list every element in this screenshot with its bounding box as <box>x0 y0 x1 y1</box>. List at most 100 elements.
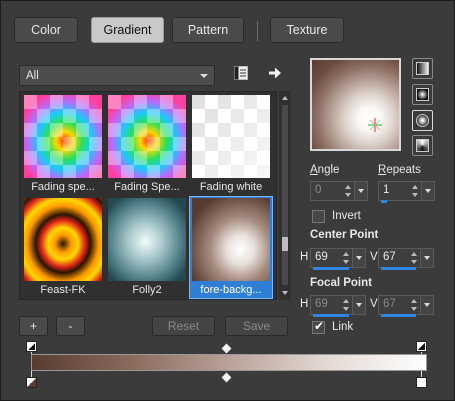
gradient-editor-bar[interactable] <box>31 354 427 371</box>
material-tabs: Color Gradient Pattern Texture <box>14 17 444 43</box>
scroll-thumb[interactable] <box>282 237 288 251</box>
focal-v-level-bar <box>381 314 416 317</box>
scroll-down-icon[interactable] <box>282 291 288 295</box>
color-stop-start[interactable] <box>26 377 37 388</box>
swatch-thumbnail <box>24 95 102 178</box>
focal-v-spinner[interactable]: 67 <box>378 295 434 317</box>
tab-divider <box>257 21 258 41</box>
transparency-stop-end[interactable] <box>416 341 427 352</box>
angle-spinner[interactable]: 0 <box>310 181 368 201</box>
swatch-fore-background[interactable]: fore-backg... <box>189 196 273 299</box>
swatch-label: Folly2 <box>132 284 162 296</box>
swatch-label: Fading Spe... <box>114 181 180 193</box>
swatch-label: Fading spe... <box>31 181 95 193</box>
focal-v-label: V <box>370 298 378 310</box>
focal-h-stepper-icon[interactable] <box>341 297 351 313</box>
repeats-stepper-icon[interactable] <box>410 183 420 199</box>
swatch-thumbnail <box>108 198 186 281</box>
repeats-label: Repeats <box>378 164 421 176</box>
radial-gradient-button[interactable] <box>412 135 433 156</box>
add-button[interactable]: + <box>19 316 48 336</box>
crosshair-icon[interactable] <box>368 118 382 132</box>
color-midpoint[interactable] <box>221 372 232 383</box>
swatch-feast-fk[interactable]: Feast-FK <box>22 197 104 298</box>
remove-button-label: - <box>68 319 73 333</box>
swatch-scrollbar[interactable] <box>279 91 291 300</box>
arrow-right-icon[interactable] <box>267 65 283 81</box>
radial-gradient-icon <box>416 139 429 152</box>
angle-label-text: Angle <box>310 164 340 176</box>
swatch-thumbnail <box>192 95 270 178</box>
focal-point-label: Focal Point <box>310 277 372 289</box>
repeats-value: 1 <box>383 184 390 196</box>
center-v-label: V <box>370 251 378 263</box>
focal-v-stepper-icon[interactable] <box>409 297 419 313</box>
save-button[interactable]: Save <box>225 316 288 336</box>
angle-stepper-icon[interactable] <box>343 183 353 199</box>
reset-button[interactable]: Reset <box>152 316 215 336</box>
color-stop-end[interactable] <box>416 377 427 388</box>
swatch-thumbnail <box>24 198 102 281</box>
focal-h-value: 69 <box>315 298 328 310</box>
tab-color[interactable]: Color <box>14 17 78 43</box>
angle-value: 0 <box>315 184 322 196</box>
swatch-fading-spectrum-2[interactable]: Fading Spe... <box>106 94 188 195</box>
center-point-label: Center Point <box>310 229 379 241</box>
remove-button[interactable]: - <box>56 316 85 336</box>
reset-button-label: Reset <box>167 319 200 333</box>
center-v-spinner[interactable]: 67 <box>378 248 434 270</box>
invert-label: Invert <box>332 210 361 222</box>
transparency-midpoint[interactable] <box>221 343 232 354</box>
category-value: All <box>26 69 39 82</box>
tab-gradient[interactable]: Gradient <box>91 17 164 43</box>
focal-h-label: H <box>300 298 309 310</box>
swatch-fading-spectrum-1[interactable]: Fading spe... <box>22 94 104 195</box>
linear-gradient-button[interactable] <box>412 58 433 79</box>
save-button-label: Save <box>242 319 271 333</box>
invert-checkbox[interactable] <box>312 210 325 223</box>
tab-texture[interactable]: Texture <box>270 17 344 43</box>
center-v-value: 67 <box>383 251 396 263</box>
focal-v-value: 67 <box>383 298 396 310</box>
center-h-stepper-icon[interactable] <box>341 250 351 266</box>
category-dropdown[interactable]: All <box>19 65 215 86</box>
center-v-dropdown-icon[interactable] <box>420 249 433 267</box>
center-v-stepper-icon[interactable] <box>409 250 419 266</box>
swatch-label: fore-backg... <box>200 284 262 296</box>
swatch-label: Feast-FK <box>40 284 86 296</box>
center-h-label: H <box>300 251 309 263</box>
focal-h-dropdown-icon[interactable] <box>352 296 365 314</box>
swatch-fading-white[interactable]: Fading white <box>190 94 272 195</box>
rectangular-gradient-icon <box>416 88 429 101</box>
repeats-dropdown-icon[interactable] <box>421 182 434 200</box>
focal-h-level-bar <box>313 314 349 317</box>
chevron-down-icon <box>200 74 208 78</box>
center-h-level-bar <box>313 267 349 270</box>
transparency-stop-start[interactable] <box>26 341 37 352</box>
sunburst-gradient-icon <box>416 114 429 127</box>
tab-texture-label: Texture <box>286 23 328 37</box>
angle-label: Angle <box>310 164 339 176</box>
scroll-up-icon[interactable] <box>282 96 288 100</box>
rectangular-gradient-button[interactable] <box>412 84 433 105</box>
focal-h-spinner[interactable]: 69 <box>310 295 366 317</box>
tab-gradient-label: Gradient <box>103 23 152 37</box>
tab-pattern[interactable]: Pattern <box>172 17 244 43</box>
gradient-preview[interactable] <box>310 58 401 151</box>
sunburst-gradient-button[interactable] <box>412 110 433 131</box>
gradient-swatch-grid: Fading spe... Fading Spe... Fading white… <box>19 91 277 300</box>
focal-v-dropdown-icon[interactable] <box>420 296 433 314</box>
link-checkbox[interactable] <box>312 319 325 334</box>
angle-dropdown-icon[interactable] <box>354 182 367 200</box>
center-h-spinner[interactable]: 69 <box>310 248 366 270</box>
scroll-track[interactable] <box>282 105 288 285</box>
repeats-spinner[interactable]: 1 <box>378 181 435 203</box>
add-button-label: + <box>29 319 37 333</box>
center-h-dropdown-icon[interactable] <box>352 249 365 267</box>
tab-color-label: Color <box>31 23 61 37</box>
link-label: Link <box>332 321 354 333</box>
library-icon[interactable] <box>233 65 249 81</box>
swatch-label: Fading white <box>199 181 263 193</box>
tab-pattern-label: Pattern <box>187 23 229 37</box>
swatch-folly2[interactable]: Folly2 <box>106 197 188 298</box>
